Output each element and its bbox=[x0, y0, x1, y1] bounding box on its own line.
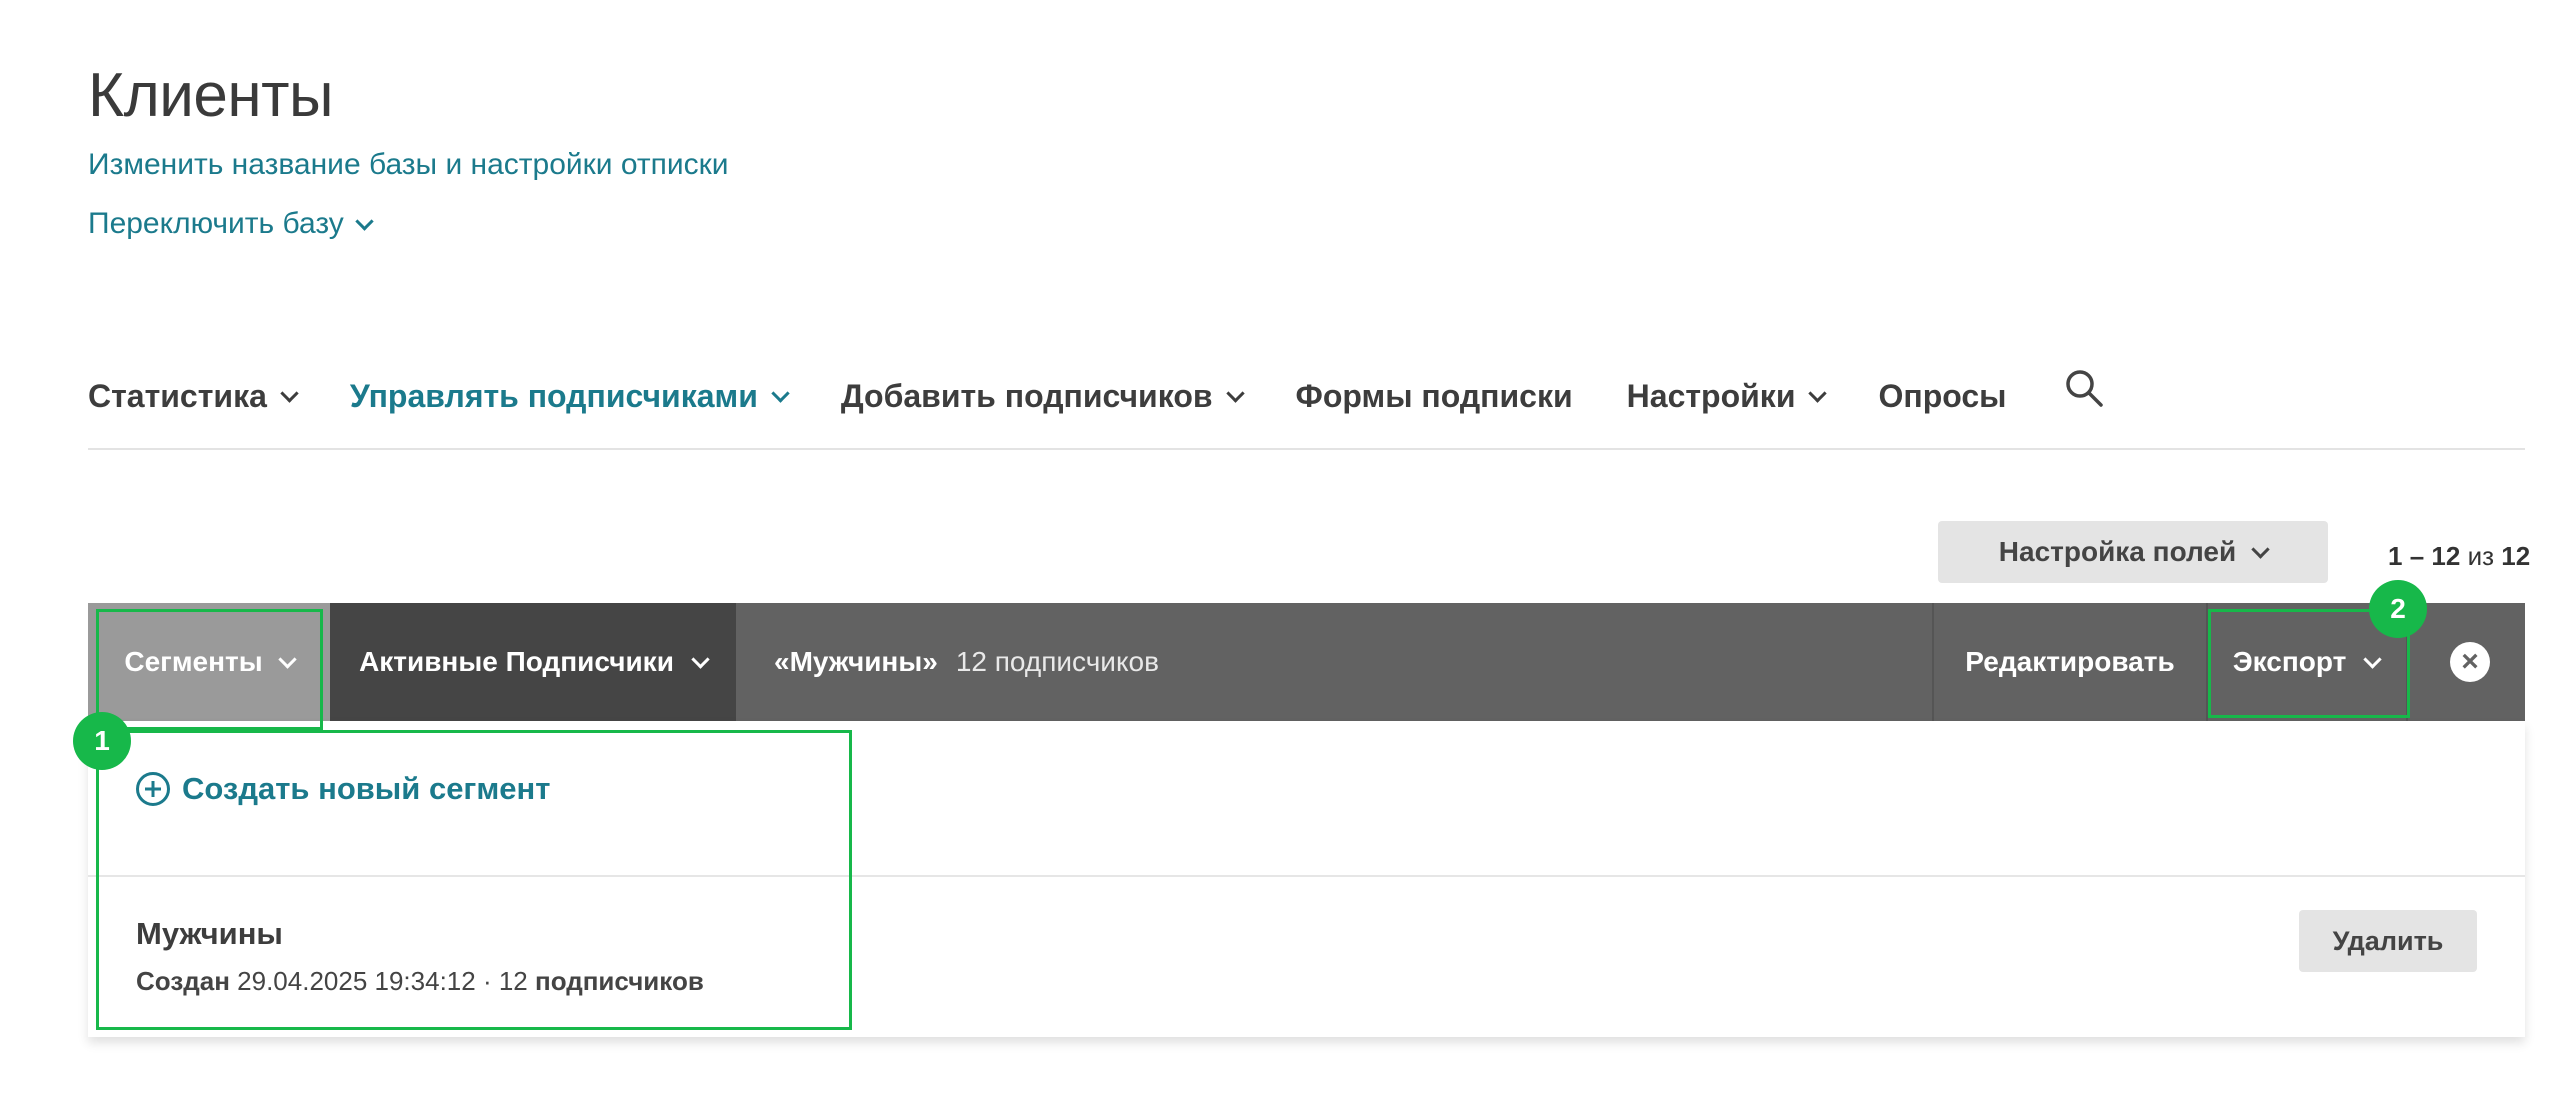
chevron-down-icon bbox=[771, 383, 790, 403]
highlight-segments-button bbox=[96, 609, 323, 730]
rename-base-link[interactable]: Изменить название базы и настройки отпис… bbox=[88, 148, 729, 182]
nav-item-settings[interactable]: Настройки bbox=[1626, 377, 1828, 415]
edit-button[interactable]: Редактировать bbox=[1932, 603, 2208, 721]
field-settings-button[interactable]: Настройка полей bbox=[1938, 521, 2328, 583]
delete-segment-button[interactable]: Удалить bbox=[2299, 910, 2477, 972]
pager-of: из bbox=[2467, 541, 2495, 571]
pager-from: 1 bbox=[2388, 541, 2403, 571]
nav-item-label: Настройки bbox=[1626, 377, 1796, 414]
current-segment-count: 12 подписчиков bbox=[955, 646, 1159, 677]
nav-item-label: Формы подписки bbox=[1295, 377, 1573, 414]
pager-to: 12 bbox=[2431, 541, 2461, 571]
highlight-segments-list bbox=[96, 730, 852, 1030]
nav-item-surveys[interactable]: Опросы bbox=[1878, 378, 2006, 415]
switch-base-label: Переключить базу bbox=[88, 207, 344, 240]
nav-item-label: Опросы bbox=[1878, 377, 2007, 414]
field-settings-label: Настройка полей bbox=[1998, 536, 2237, 567]
active-filter-button[interactable]: Активные Подписчики bbox=[330, 603, 736, 721]
main-nav: Статистика Управлять подписчиками Добави… bbox=[88, 372, 2061, 420]
switch-base-link[interactable]: Переключить базу bbox=[88, 207, 374, 241]
annotation-badge-2: 2 bbox=[2369, 580, 2427, 638]
chevron-down-icon bbox=[1808, 383, 1828, 403]
nav-divider bbox=[88, 448, 2525, 450]
nav-item-manage-subscribers[interactable]: Управлять подписчиками bbox=[349, 377, 790, 415]
search-icon[interactable] bbox=[2062, 366, 2106, 410]
chevron-down-icon bbox=[2251, 539, 2270, 559]
segment-toolbar: Сегменты Активные Подписчики «Мужчины» 1… bbox=[88, 603, 2525, 721]
pagination-info: 1 – 12 из 12 bbox=[2388, 541, 2530, 572]
current-segment-name: «Мужчины» bbox=[774, 646, 938, 677]
nav-item-add-subscribers[interactable]: Добавить подписчиков bbox=[840, 377, 1245, 415]
pager-dash: – bbox=[2409, 541, 2425, 571]
nav-item-label: Статистика bbox=[88, 377, 267, 414]
nav-item-subscribe-forms[interactable]: Формы подписки bbox=[1296, 378, 1573, 415]
nav-item-label: Добавить подписчиков bbox=[840, 377, 1213, 414]
chevron-down-icon bbox=[691, 649, 710, 669]
pager-total: 12 bbox=[2501, 541, 2531, 571]
page-title: Клиенты bbox=[88, 61, 334, 130]
chevron-down-icon bbox=[280, 383, 299, 403]
annotation-badge-1: 1 bbox=[73, 712, 131, 770]
close-icon[interactable]: × bbox=[2450, 642, 2490, 682]
current-segment-info: «Мужчины» 12 подписчиков bbox=[774, 603, 1159, 721]
chevron-down-icon bbox=[355, 211, 374, 231]
nav-item-label: Управлять подписчиками bbox=[349, 377, 758, 414]
chevron-down-icon bbox=[1225, 383, 1245, 403]
nav-item-statistics[interactable]: Статистика bbox=[88, 377, 299, 415]
active-filter-label: Активные Подписчики bbox=[359, 646, 674, 677]
